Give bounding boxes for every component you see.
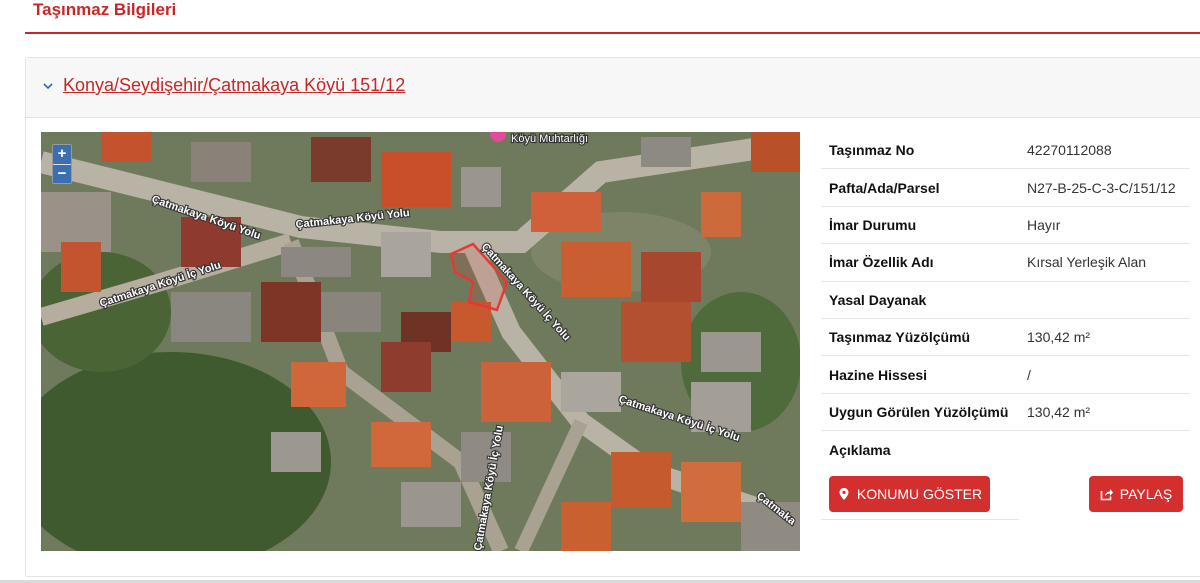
divider [821,519,1019,520]
share-button[interactable]: PAYLAŞ [1089,476,1183,512]
chevron-down-icon[interactable] [42,80,54,92]
show-location-button[interactable]: KONUMU GÖSTER [829,476,990,512]
info-row: Yasal Dayanak [821,282,1190,319]
zoom-in-button[interactable]: + [53,145,71,164]
info-row: Uygun Görülen Yüzölçümü 130,42 m² [821,394,1190,432]
info-row: Pafta/Ada/Parsel N27-B-25-C-3-C/151/12 [821,169,1190,207]
action-bar: KONUMU GÖSTER PAYLAŞ [821,466,1190,520]
info-value: 130,42 m² [1027,403,1091,420]
info-row: Taşınmaz Yüzölçümü 130,42 m² [821,319,1190,357]
map-zoom-control: + − [52,144,72,184]
share-icon [1100,489,1113,501]
page-header: Taşınmaz Bilgileri [0,0,1200,36]
satellite-map[interactable]: Köyü Muhtarlığı Çatmakaya Köyü Yolu Çatm… [41,132,800,551]
info-label: Pafta/Ada/Parsel [829,179,940,196]
info-value: Hayır [1027,216,1061,233]
share-label: PAYLAŞ [1119,486,1173,502]
show-location-label: KONUMU GÖSTER [856,486,983,502]
info-value: Kırsal Yerleşik Alan [1027,254,1147,271]
map-marker-icon [839,488,849,500]
info-row: İmar Durumu Hayır [821,207,1190,245]
info-value: N27-B-25-C-3-C/151/12 [1027,179,1176,196]
info-label: Taşınmaz Yüzölçümü [829,329,971,346]
info-value: 130,42 m² [1027,329,1091,346]
parcel-heading-link[interactable]: Konya/Seydişehir/Çatmakaya Köyü 151/12 [63,75,405,96]
info-row: Açıklama [821,431,1190,468]
info-row: Hazine Hissesi / [821,356,1190,394]
parcel-panel-header[interactable]: Konya/Seydişehir/Çatmakaya Köyü 151/12 [26,58,1200,118]
poi-label: Köyü Muhtarlığı [511,133,588,145]
info-label: Uygun Görülen Yüzölçümü [829,403,1009,420]
info-row: İmar Özellik Adı Kırsal Yerleşik Alan [821,244,1190,282]
property-info-table: Taşınmaz No 42270112088 Pafta/Ada/Parsel N… [821,132,1190,469]
page-title: Taşınmaz Bilgileri [33,0,177,19]
info-row: Taşınmaz No 42270112088 [821,132,1190,170]
info-label: İmar Durumu [829,216,917,233]
info-label: Açıklama [829,441,891,458]
info-value: 42270112088 [1027,142,1112,159]
header-divider [25,32,1200,34]
info-label: Hazine Hissesi [829,366,928,383]
info-value: / [1027,366,1031,383]
map-imagery: Köyü Muhtarlığı Çatmakaya Köyü Yolu Çatm… [41,132,800,551]
zoom-out-button[interactable]: − [53,164,71,183]
info-label: Yasal Dayanak [829,291,927,308]
info-label: İmar Özellik Adı [829,254,934,271]
info-label: Taşınmaz No [829,142,915,159]
